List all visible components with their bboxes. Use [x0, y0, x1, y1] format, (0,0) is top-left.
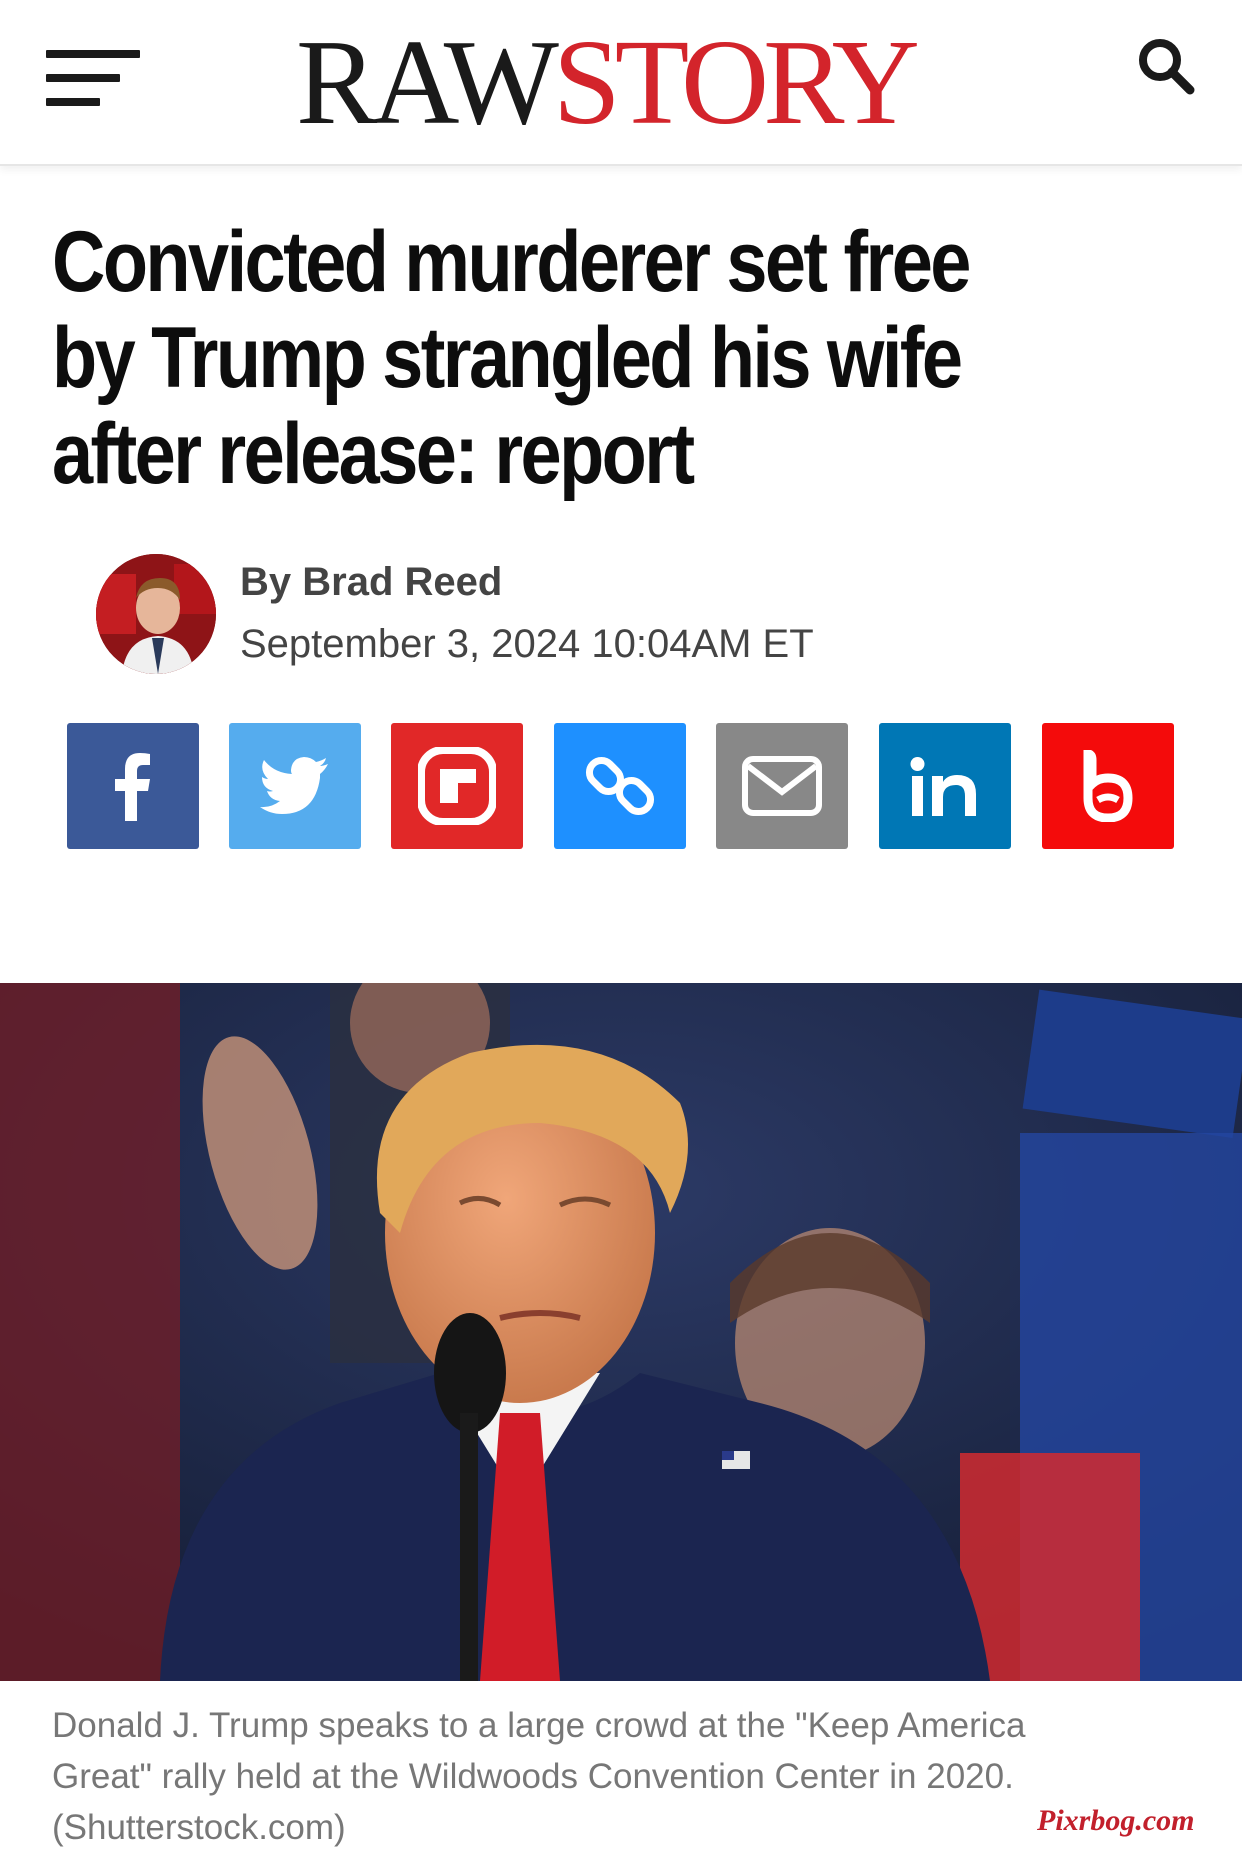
twitter-share-button[interactable]	[229, 723, 361, 849]
bluesky-b-share-button[interactable]	[1042, 723, 1174, 849]
hero-caption: Donald J. Trump speaks to a large crowd …	[52, 1706, 1026, 1847]
logo-raw: RAW	[296, 15, 559, 150]
publish-date: September 3, 2024 10:04AM ET	[240, 622, 814, 666]
search-icon[interactable]	[1136, 36, 1196, 96]
share-bar	[67, 723, 1175, 849]
linkedin-icon	[910, 757, 976, 816]
email-share-button[interactable]	[716, 723, 848, 849]
facebook-icon	[115, 753, 150, 821]
link-icon	[585, 756, 655, 816]
site-header: RAWSTORY	[0, 0, 1242, 166]
hamburger-menu-icon[interactable]	[46, 50, 140, 108]
author-avatar[interactable]	[96, 554, 216, 674]
logo-story: STORY	[552, 15, 920, 150]
email-icon	[742, 756, 822, 816]
b-logo-icon	[1083, 750, 1133, 822]
flipboard-icon	[418, 747, 496, 825]
site-logo[interactable]: RAWSTORY	[296, 22, 920, 144]
author-byline[interactable]: By Brad Reed	[240, 560, 502, 605]
copy-link-button[interactable]	[554, 723, 686, 849]
facebook-share-button[interactable]	[67, 723, 199, 849]
twitter-icon	[260, 757, 328, 814]
hero-image[interactable]	[0, 983, 1242, 1681]
article-headline: Convicted murderer set free by Trump str…	[52, 214, 971, 502]
linkedin-share-button[interactable]	[879, 723, 1011, 849]
watermark: Pixrbog.com	[1037, 1804, 1195, 1837]
flipboard-share-button[interactable]	[391, 723, 523, 849]
